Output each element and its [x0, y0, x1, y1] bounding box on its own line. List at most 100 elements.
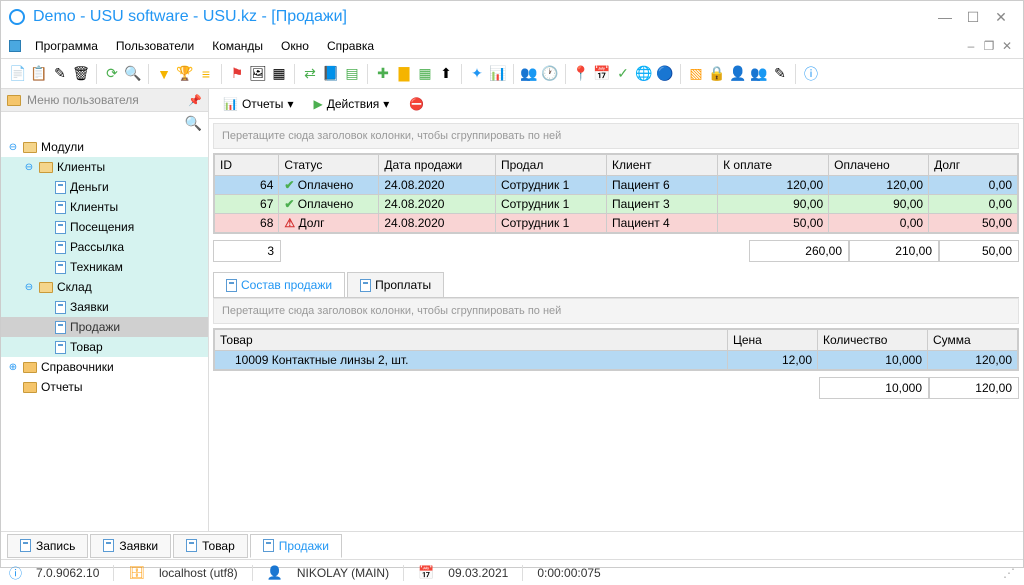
dcol-qty[interactable]: Количество — [818, 330, 928, 351]
flag-icon[interactable]: ⚑ — [228, 65, 246, 83]
filter-icon[interactable]: ▼ — [155, 65, 173, 83]
clock-icon[interactable]: 🕐 — [541, 65, 559, 83]
sidebar-title: Меню пользователя — [27, 93, 139, 107]
user-icon[interactable]: 👤 — [729, 65, 747, 83]
tree-visits[interactable]: Посещения — [1, 217, 208, 237]
tab-sales[interactable]: Продажи — [250, 534, 342, 558]
tree-clients[interactable]: ⊖Клиенты — [1, 157, 208, 177]
xls-icon[interactable]: ▦ — [416, 65, 434, 83]
dcol-product[interactable]: Товар — [215, 330, 728, 351]
dcol-sum[interactable]: Сумма — [928, 330, 1018, 351]
grid-row[interactable]: 64✔ Оплачено24.08.2020Сотрудник 1Пациент… — [215, 176, 1018, 195]
col-id[interactable]: ID — [215, 155, 279, 176]
users-icon[interactable]: 👥 — [750, 65, 768, 83]
minimize-button[interactable]: — — [931, 9, 959, 25]
pin-icon[interactable]: 📍 — [572, 65, 590, 83]
col-status[interactable]: Статус — [279, 155, 379, 176]
sales-grid[interactable]: ID Статус Дата продажи Продал Клиент К о… — [213, 153, 1019, 234]
lock-icon[interactable]: 🔒 — [708, 65, 726, 83]
tab-product[interactable]: Товар — [173, 534, 248, 558]
col-client[interactable]: Клиент — [607, 155, 718, 176]
col-debt[interactable]: Долг — [929, 155, 1018, 176]
cal-icon[interactable]: 📅 — [593, 65, 611, 83]
wand-icon[interactable]: ✎ — [771, 65, 789, 83]
tab-payments[interactable]: Проплаты — [347, 272, 444, 297]
tab-composition[interactable]: Состав продажи — [213, 272, 345, 297]
trophy-icon[interactable]: 🏆 — [176, 65, 194, 83]
tree-sales[interactable]: Продажи — [1, 317, 208, 337]
check-icon[interactable]: ✓ — [614, 65, 632, 83]
delete-icon[interactable]: 🗑 — [72, 65, 90, 83]
db-icon: 🗄 — [128, 565, 145, 581]
dcol-price[interactable]: Цена — [728, 330, 818, 351]
col-seller[interactable]: Продал — [495, 155, 606, 176]
detail-row[interactable]: 10009 Контактные линзы 2, шт. 12,00 10,0… — [215, 351, 1018, 370]
col-due[interactable]: К оплате — [718, 155, 829, 176]
mdi-minimize-icon[interactable]: – — [963, 39, 979, 53]
note-icon[interactable]: ▇ — [395, 65, 413, 83]
excel-icon[interactable]: ▤ — [343, 65, 361, 83]
menu-commands[interactable]: Команды — [204, 36, 271, 56]
menu-program[interactable]: Программа — [27, 36, 106, 56]
doc-icon — [186, 539, 197, 552]
export-icon[interactable]: ⇄ — [301, 65, 319, 83]
doc-icon — [55, 201, 66, 214]
cell-price: 12,00 — [728, 351, 818, 370]
tree-mailing[interactable]: Рассылка — [1, 237, 208, 257]
open-icon[interactable]: 📋 — [30, 65, 48, 83]
mdi-close-icon[interactable]: ✕ — [999, 39, 1015, 53]
tree-clients-item[interactable]: Клиенты — [1, 197, 208, 217]
doc-icon — [20, 539, 31, 552]
grid-header-row[interactable]: ID Статус Дата продажи Продал Клиент К о… — [215, 155, 1018, 176]
menu-help[interactable]: Справка — [319, 36, 382, 56]
detail-group-hint[interactable]: Перетащите сюда заголовок колонки, чтобы… — [213, 298, 1019, 324]
refresh-icon[interactable]: ⟳ — [103, 65, 121, 83]
cell-product: 10009 Контактные линзы 2, шт. — [215, 351, 728, 370]
actions-button[interactable]: ▶Действия ▾ — [305, 94, 397, 114]
pin-icon[interactable]: 📌 — [188, 94, 202, 107]
menu-window[interactable]: Окно — [273, 36, 317, 56]
maximize-button[interactable]: ☐ — [959, 9, 987, 26]
doc-icon[interactable]: 📘 — [322, 65, 340, 83]
chart-icon[interactable]: 📊 — [489, 65, 507, 83]
statusbar: ⓘ 7.0.9062.10 🗄 localhost (utf8) 👤 NIKOL… — [1, 559, 1023, 585]
col-date[interactable]: Дата продажи — [379, 155, 496, 176]
close-button[interactable]: ✕ — [987, 9, 1015, 26]
grid-icon[interactable]: ▦ — [270, 65, 288, 83]
tree-tech[interactable]: Техникам — [1, 257, 208, 277]
sidebar-search-icon[interactable]: 🔍 — [1, 112, 208, 135]
star-icon[interactable]: ✦ — [468, 65, 486, 83]
tree-reports[interactable]: ·Отчеты — [1, 377, 208, 397]
tab-orders[interactable]: Заявки — [90, 534, 171, 558]
grid-row[interactable]: 67✔ Оплачено24.08.2020Сотрудник 1Пациент… — [215, 195, 1018, 214]
tree-stock[interactable]: ⊖Склад — [1, 277, 208, 297]
tree-product[interactable]: Товар — [1, 337, 208, 357]
tab-record[interactable]: Запись — [7, 534, 88, 558]
new-icon[interactable]: 📄 — [9, 65, 27, 83]
globe-icon[interactable]: 🌐 — [635, 65, 653, 83]
tree-orders[interactable]: Заявки — [1, 297, 208, 317]
grid-row[interactable]: 68⚠ Долг24.08.2020Сотрудник 1Пациент 450… — [215, 214, 1018, 233]
tree-modules[interactable]: ⊖Модули — [1, 137, 208, 157]
color-icon[interactable]: 🔵 — [656, 65, 674, 83]
search-icon[interactable]: 🔍 — [124, 65, 142, 83]
rss-icon[interactable]: ▧ — [687, 65, 705, 83]
group-hint[interactable]: Перетащите сюда заголовок колонки, чтобы… — [213, 123, 1019, 149]
window-title: Demo - USU software - USU.kz - [Продажи] — [33, 8, 931, 26]
info-icon[interactable]: ⓘ — [802, 65, 820, 83]
reports-button[interactable]: 📊Отчеты ▾ — [215, 94, 301, 114]
import-icon[interactable]: ⬆ — [437, 65, 455, 83]
col-paid[interactable]: Оплачено — [829, 155, 929, 176]
mdi-restore-icon[interactable]: ❐ — [981, 39, 997, 53]
detail-grid[interactable]: Товар Цена Количество Сумма 10009 Контак… — [213, 328, 1019, 371]
sort-icon[interactable]: ≡ — [197, 65, 215, 83]
tree-refs[interactable]: ⊕Справочники — [1, 357, 208, 377]
stop-button[interactable]: ⛔ — [401, 94, 432, 114]
add-icon[interactable]: ✚ — [374, 65, 392, 83]
tree-money[interactable]: Деньги — [1, 177, 208, 197]
edit-icon[interactable]: ✎ — [51, 65, 69, 83]
detail-totals: 10,000 120,00 — [213, 377, 1019, 399]
people-icon[interactable]: 👥 — [520, 65, 538, 83]
menu-users[interactable]: Пользователи — [108, 36, 202, 56]
image-icon[interactable]: 🖼 — [249, 65, 267, 83]
